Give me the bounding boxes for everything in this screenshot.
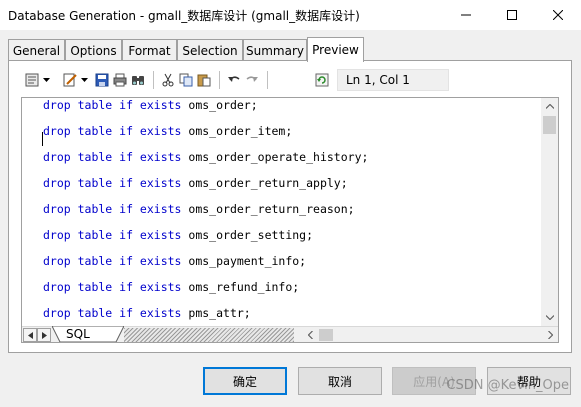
sql-identifier: oms_order_setting;	[181, 228, 314, 242]
sheet-tab-label: SQL	[66, 327, 90, 341]
sql-keyword: drop table if exists	[43, 280, 182, 294]
tab-options[interactable]: Options	[65, 39, 122, 61]
edit-dropdown[interactable]	[79, 70, 89, 90]
sheet-tab-sql[interactable]: SQL	[52, 326, 124, 342]
print-icon	[113, 73, 127, 87]
sql-identifier: oms_order;	[181, 98, 258, 112]
undo-button[interactable]	[225, 70, 243, 90]
sql-identifier: oms_payment_info;	[181, 254, 307, 268]
refresh-icon	[315, 73, 329, 87]
maximize-button[interactable]	[489, 0, 535, 30]
sql-keyword: drop table if exists	[43, 254, 182, 268]
edit-icon	[63, 73, 77, 87]
cancel-button[interactable]: 取消	[298, 367, 382, 395]
code-line: drop table if exists oms_order_setting;	[43, 228, 313, 244]
cursor-position: Ln 1, Col 1	[337, 69, 449, 91]
undo-icon	[228, 76, 240, 82]
save-button[interactable]	[93, 70, 111, 90]
toolbar-separator	[267, 71, 268, 89]
cut-button[interactable]	[159, 70, 177, 90]
code-line: drop table if exists oms_payment_info;	[43, 254, 306, 270]
close-icon	[553, 10, 563, 20]
minimize-icon	[461, 14, 471, 16]
tab-splitter-area	[124, 328, 294, 342]
tab-general[interactable]: General	[8, 39, 65, 61]
sql-keyword: drop table if exists	[43, 124, 182, 138]
toolbar-separator	[219, 71, 220, 89]
chevron-left-icon	[308, 331, 313, 339]
sheet-next-button[interactable]	[37, 328, 51, 342]
sql-keyword: drop table if exists	[43, 150, 182, 164]
print-button[interactable]	[111, 70, 129, 90]
redo-icon	[246, 76, 258, 82]
sql-keyword: drop table if exists	[43, 98, 182, 112]
copy-icon	[179, 73, 193, 87]
sql-identifier: pms_attr;	[181, 306, 251, 320]
sql-identifier: oms_order_return_apply;	[181, 176, 348, 190]
preview-panel: Ln 1, Col 1 drop table if exists oms_ord…	[8, 60, 572, 353]
chevron-up-icon	[545, 104, 554, 109]
paste-icon	[197, 74, 211, 87]
properties-dropdown[interactable]	[41, 70, 51, 90]
vertical-scroll-thumb[interactable]	[543, 116, 556, 134]
find-button[interactable]	[129, 70, 147, 90]
sql-keyword: drop table if exists	[43, 202, 182, 216]
watermark: CSDN @Kevin_Ope	[446, 378, 569, 393]
sql-identifier: oms_order_item;	[181, 124, 293, 138]
scroll-down-button[interactable]	[541, 309, 558, 326]
sql-keyword: drop table if exists	[43, 306, 182, 320]
chevron-down-icon	[545, 315, 554, 320]
sql-identifier: oms_order_return_reason;	[181, 202, 355, 216]
code-line: drop table if exists pms_attr;	[43, 306, 251, 322]
triangle-left-icon	[27, 331, 33, 339]
horizontal-scrollbar[interactable]	[319, 327, 542, 342]
tab-selection[interactable]: Selection	[177, 39, 243, 61]
paste-button[interactable]	[195, 70, 213, 90]
scroll-right-button[interactable]	[542, 327, 558, 342]
properties-icon	[25, 73, 39, 87]
sql-keyword: drop table if exists	[43, 228, 182, 242]
redo-button[interactable]	[243, 70, 261, 90]
maximize-icon	[507, 10, 517, 20]
scroll-left-button[interactable]	[302, 327, 319, 342]
toolbar-separator	[153, 71, 154, 89]
dropdown-icon	[42, 77, 50, 82]
code-line: drop table if exists oms_order_item;	[43, 124, 292, 140]
close-button[interactable]	[535, 0, 581, 30]
tab-summary[interactable]: Summary	[243, 39, 307, 61]
save-icon	[95, 73, 109, 87]
title-bar: Database Generation - gmall_数据库设计 (gmall…	[0, 0, 581, 30]
code-line: drop table if exists oms_refund_info;	[43, 280, 299, 296]
copy-button[interactable]	[177, 70, 195, 90]
cut-icon	[162, 73, 174, 87]
toolbar: Ln 1, Col 1	[23, 69, 449, 91]
find-icon	[132, 76, 144, 85]
sql-keyword: drop table if exists	[43, 176, 182, 190]
scroll-up-button[interactable]	[541, 98, 558, 115]
sheet-tab-bar: SQL	[22, 326, 558, 342]
triangle-right-icon	[41, 331, 47, 339]
horizontal-scroll-thumb[interactable]	[319, 329, 333, 341]
ok-button[interactable]: 确定	[203, 367, 287, 395]
properties-button[interactable]	[23, 70, 41, 90]
vertical-scrollbar[interactable]	[541, 98, 558, 326]
chevron-right-icon	[548, 331, 553, 339]
minimize-button[interactable]	[443, 0, 489, 30]
dropdown-icon	[80, 77, 88, 82]
code-area[interactable]: drop table if exists oms_order; drop tab…	[22, 98, 542, 326]
code-line: drop table if exists oms_order_return_re…	[43, 202, 355, 218]
code-line: drop table if exists oms_order_operate_h…	[43, 150, 368, 166]
sql-preview-editor[interactable]: drop table if exists oms_order; drop tab…	[21, 97, 559, 343]
tab-format[interactable]: Format	[122, 39, 177, 61]
tab-preview[interactable]: Preview	[307, 37, 364, 62]
sql-identifier: oms_order_operate_history;	[181, 150, 369, 164]
window-title: Database Generation - gmall_数据库设计 (gmall…	[8, 9, 360, 23]
sheet-prev-button[interactable]	[23, 328, 37, 342]
sql-identifier: oms_refund_info;	[181, 280, 300, 294]
code-line: drop table if exists oms_order_return_ap…	[43, 176, 348, 192]
refresh-button[interactable]	[313, 70, 331, 90]
code-line: drop table if exists oms_order;	[43, 98, 258, 114]
edit-button[interactable]	[61, 70, 79, 90]
